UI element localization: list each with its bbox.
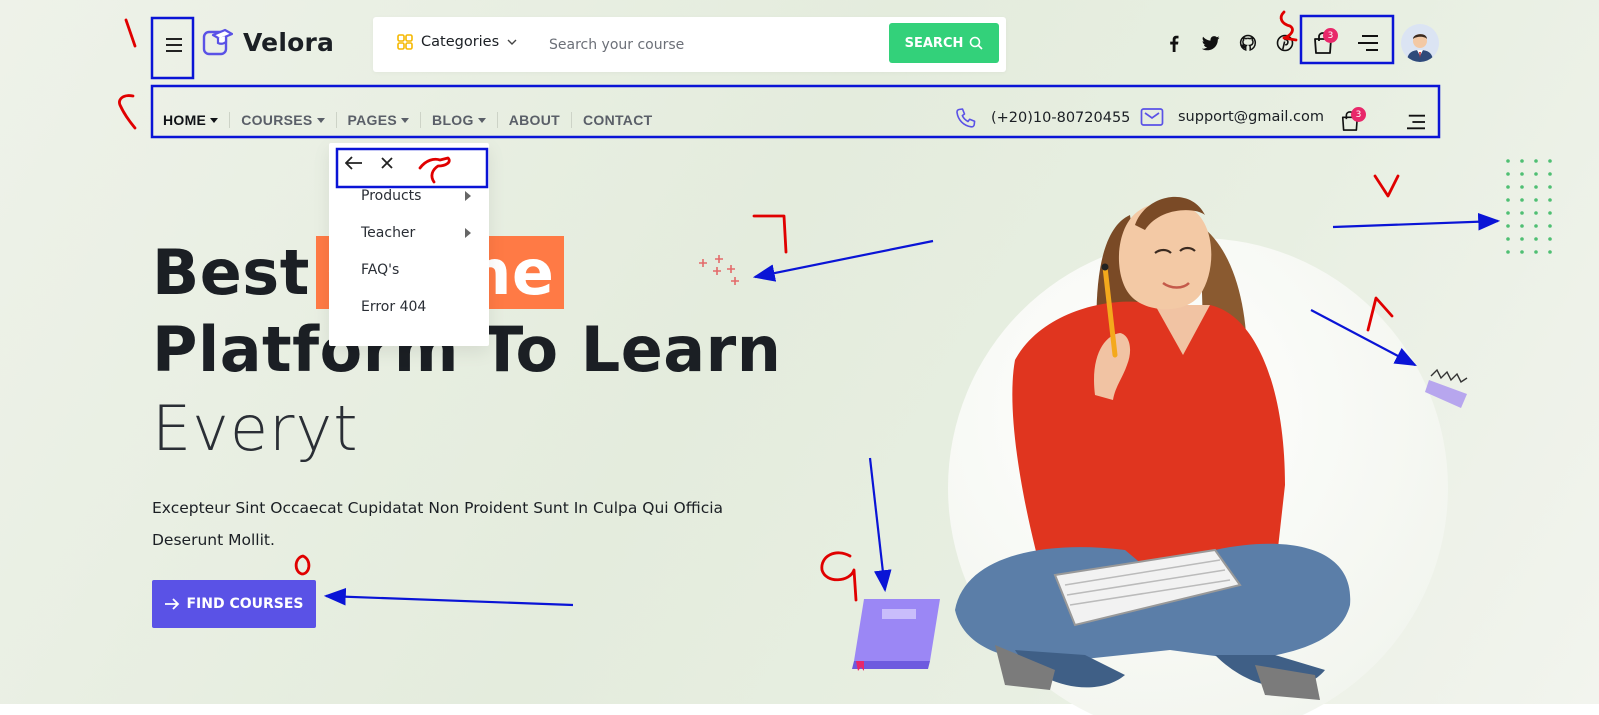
brand-name: Velora bbox=[243, 27, 335, 57]
close-icon[interactable] bbox=[381, 157, 393, 169]
find-courses-button[interactable]: FIND COURSES bbox=[152, 580, 316, 628]
annotation-arrow bbox=[323, 587, 574, 607]
pages-dropdown-menu: Products Teacher FAQ's Error 404 bbox=[329, 143, 489, 346]
search-button[interactable]: SEARCH bbox=[889, 23, 999, 63]
caret-down-icon bbox=[210, 117, 219, 123]
nav-contact-label: CONTACT bbox=[582, 112, 653, 128]
nav-divider bbox=[570, 112, 572, 128]
nav-blog[interactable]: BLOG bbox=[432, 109, 486, 131]
cart-button[interactable]: 3 bbox=[1312, 28, 1338, 57]
book-decoration bbox=[852, 599, 940, 671]
nav-cart-button[interactable]: 3 bbox=[1340, 107, 1366, 134]
contact-phone[interactable]: (+20)10-80720455 bbox=[955, 107, 1130, 129]
categories-dropdown[interactable]: Categories bbox=[397, 34, 517, 50]
nav-divider bbox=[420, 112, 422, 128]
search-input[interactable] bbox=[549, 31, 869, 59]
nav-blog-label: BLOG bbox=[432, 112, 474, 128]
dropdown-item-products[interactable]: Products bbox=[361, 188, 471, 204]
find-courses-label: FIND COURSES bbox=[186, 596, 304, 612]
dropdown-item-error-404[interactable]: Error 404 bbox=[361, 299, 471, 315]
phone-number: (+20)10-80720455 bbox=[991, 110, 1131, 126]
pinterest-icon[interactable] bbox=[1275, 33, 1295, 53]
arrow-right-icon bbox=[165, 598, 180, 610]
graduation-cap-icon bbox=[202, 28, 233, 56]
nav-courses[interactable]: COURSES bbox=[241, 109, 325, 131]
dot-grid-decoration bbox=[1506, 159, 1552, 254]
dropdown-item-teacher[interactable]: Teacher bbox=[361, 225, 471, 241]
nav-about[interactable]: ABOUT bbox=[509, 109, 560, 131]
phone-icon bbox=[956, 108, 976, 128]
arrow-left-icon[interactable] bbox=[345, 156, 363, 170]
hero-description: Excepteur Sint Occaecat Cupidatat Non Pr… bbox=[152, 499, 724, 549]
caret-right-icon bbox=[465, 191, 471, 201]
student-illustration bbox=[955, 196, 1351, 700]
nav-home[interactable]: HOME bbox=[163, 109, 219, 131]
side-menu-button[interactable] bbox=[1356, 33, 1380, 53]
nav-divider bbox=[335, 112, 337, 128]
dropdown-item-label: Products bbox=[361, 188, 422, 204]
social-links bbox=[1164, 33, 1295, 53]
nav-divider bbox=[496, 112, 498, 128]
dropdown-item-label: Teacher bbox=[361, 225, 416, 241]
caret-down-icon bbox=[316, 117, 325, 123]
nav-pages-label: PAGES bbox=[347, 112, 398, 128]
user-avatar[interactable] bbox=[1401, 24, 1439, 62]
search-icon bbox=[970, 36, 983, 50]
grid-icon bbox=[397, 34, 413, 50]
dropdown-item-label: Error 404 bbox=[361, 299, 427, 315]
annotation-mark bbox=[118, 94, 137, 130]
hamburger-menu-button[interactable] bbox=[160, 31, 188, 59]
nav-divider bbox=[229, 112, 231, 128]
nav-pages[interactable]: PAGES bbox=[347, 109, 410, 131]
search-bar: Categories SEARCH bbox=[373, 17, 1006, 72]
chevron-down-icon bbox=[507, 39, 517, 45]
email-address: support@gmail.com bbox=[1178, 109, 1325, 125]
plus-signs-decoration bbox=[699, 255, 739, 285]
search-button-label: SEARCH bbox=[904, 35, 964, 51]
caret-down-icon bbox=[477, 117, 486, 123]
annotation-mark bbox=[820, 551, 858, 602]
contact-email[interactable]: support@gmail.com bbox=[1140, 107, 1324, 127]
annotation-arrow bbox=[868, 457, 892, 593]
annotation-mark bbox=[124, 18, 137, 48]
nav-side-menu-button[interactable] bbox=[1405, 113, 1427, 131]
annotation-mark bbox=[752, 214, 788, 254]
hero-title-line3: Everyt bbox=[152, 392, 359, 465]
zigzag-decoration bbox=[1425, 368, 1468, 408]
menu-lines-icon bbox=[1358, 35, 1378, 51]
cart-count-badge: 3 bbox=[1323, 28, 1338, 43]
caret-right-icon bbox=[465, 228, 471, 238]
annotation-arrow bbox=[752, 239, 934, 282]
caret-down-icon bbox=[401, 117, 410, 123]
categories-label: Categories bbox=[421, 34, 500, 50]
avatar-icon bbox=[1401, 24, 1439, 62]
mail-icon bbox=[1140, 108, 1164, 126]
nav-contact[interactable]: CONTACT bbox=[583, 109, 653, 131]
nav-home-label: HOME bbox=[163, 112, 207, 128]
facebook-icon[interactable] bbox=[1164, 33, 1184, 53]
main-nav: HOME COURSES PAGES BLOG ABOUT CONTACT bbox=[163, 109, 652, 131]
hero-title-best: Best bbox=[152, 236, 310, 309]
dropdown-header bbox=[345, 156, 393, 170]
menu-lines-icon bbox=[1407, 114, 1425, 130]
annotation-mark bbox=[294, 554, 311, 576]
dropdown-item-faqs[interactable]: FAQ's bbox=[361, 262, 471, 278]
dropdown-item-label: FAQ's bbox=[361, 262, 400, 278]
twitter-icon[interactable] bbox=[1201, 33, 1221, 53]
nav-cart-count-badge: 3 bbox=[1351, 107, 1366, 122]
brand-logo[interactable]: Velora bbox=[201, 26, 334, 58]
nav-courses-label: COURSES bbox=[241, 112, 313, 128]
github-icon[interactable] bbox=[1238, 33, 1258, 53]
nav-about-label: ABOUT bbox=[508, 112, 560, 128]
